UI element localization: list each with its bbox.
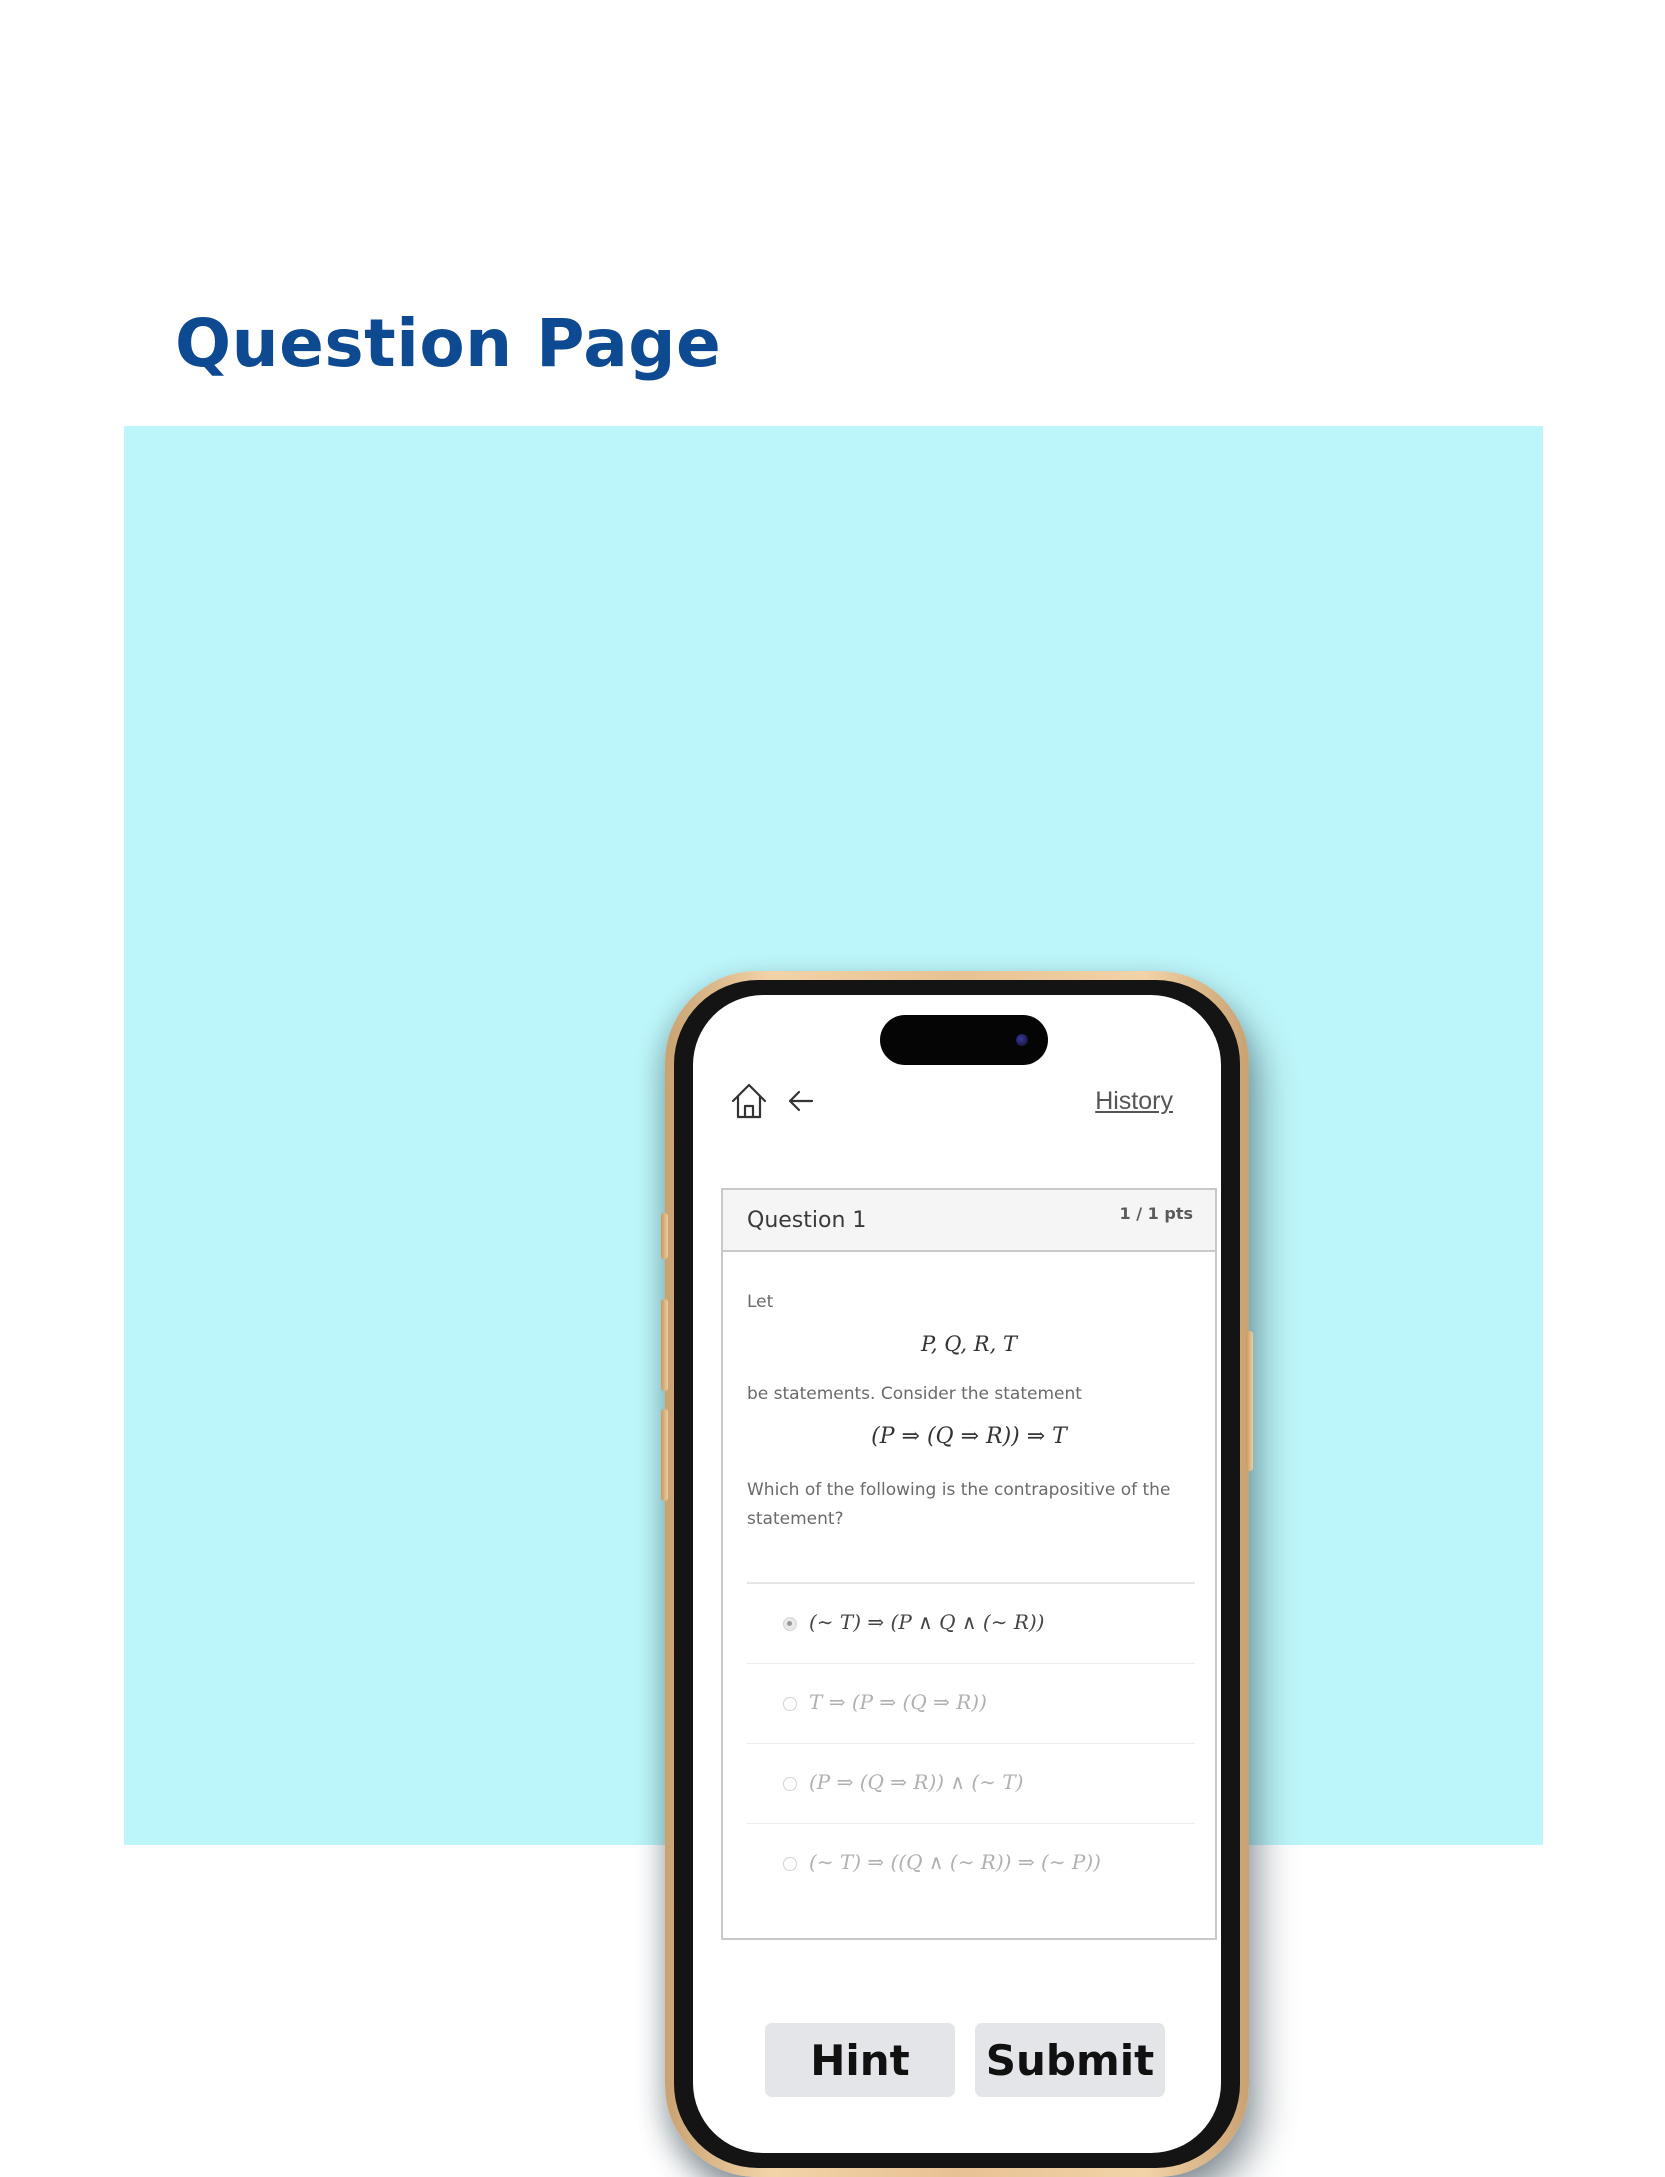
answer-option-2[interactable]: T ⇒ (P ⇒ (Q ⇒ R)) xyxy=(747,1664,1195,1744)
volume-down-button xyxy=(661,1409,668,1501)
phone-frame: History Question 1 1 / 1 pts Let P, Q, R… xyxy=(661,971,1253,2177)
answer-list: (∼ T) ⇒ (P ∧ Q ∧ (∼ R)) T ⇒ (P ⇒ (Q ⇒ R)… xyxy=(747,1582,1195,1903)
answer-label: T ⇒ (P ⇒ (Q ⇒ R)) xyxy=(809,1690,987,1714)
arrow-left-icon[interactable] xyxy=(785,1085,817,1117)
phone-screen: History Question 1 1 / 1 pts Let P, Q, R… xyxy=(693,995,1221,2153)
question-prompt: Which of the following is the contraposi… xyxy=(747,1480,1171,1529)
preview-panel: History Question 1 1 / 1 pts Let P, Q, R… xyxy=(124,426,1543,2177)
power-button xyxy=(1246,1331,1253,1471)
question-card: Question 1 1 / 1 pts Let P, Q, R, T be s… xyxy=(721,1188,1217,1940)
hint-button[interactable]: Hint xyxy=(765,2023,955,2097)
page-title: Question Page xyxy=(175,305,722,382)
question-intro: Let xyxy=(747,1292,774,1312)
history-link[interactable]: History xyxy=(1095,1087,1173,1116)
submit-button[interactable]: Submit xyxy=(975,2023,1165,2097)
action-button xyxy=(661,1213,668,1259)
answer-label: (P ⇒ (Q ⇒ R)) ∧ (∼ T) xyxy=(809,1770,1024,1794)
dynamic-island xyxy=(880,1015,1048,1065)
question-points: 1 / 1 pts xyxy=(1119,1204,1193,1223)
statement-math: (P ⇒ (Q ⇒ R)) ⇒ T xyxy=(871,1424,1067,1449)
radio-button[interactable] xyxy=(783,1857,797,1871)
variables-math: P, Q, R, T xyxy=(921,1332,1017,1356)
radio-button[interactable] xyxy=(783,1697,797,1711)
volume-up-button xyxy=(661,1299,668,1391)
answer-option-3[interactable]: (P ⇒ (Q ⇒ R)) ∧ (∼ T) xyxy=(747,1744,1195,1824)
question-header: Question 1 1 / 1 pts xyxy=(723,1190,1215,1252)
question-middle-text: be statements. Consider the statement xyxy=(747,1384,1082,1404)
camera-icon xyxy=(1016,1034,1028,1046)
radio-button-selected[interactable] xyxy=(783,1617,797,1631)
answer-label: (∼ T) ⇒ (P ∧ Q ∧ (∼ R)) xyxy=(809,1610,1045,1634)
answer-option-1[interactable]: (∼ T) ⇒ (P ∧ Q ∧ (∼ R)) xyxy=(747,1584,1195,1664)
answer-label: (∼ T) ⇒ ((Q ∧ (∼ R)) ⇒ (∼ P)) xyxy=(809,1850,1101,1874)
home-icon[interactable] xyxy=(729,1081,769,1121)
answer-option-4[interactable]: (∼ T) ⇒ ((Q ∧ (∼ R)) ⇒ (∼ P)) xyxy=(747,1824,1195,1903)
question-title: Question 1 xyxy=(747,1208,867,1233)
radio-button[interactable] xyxy=(783,1777,797,1791)
